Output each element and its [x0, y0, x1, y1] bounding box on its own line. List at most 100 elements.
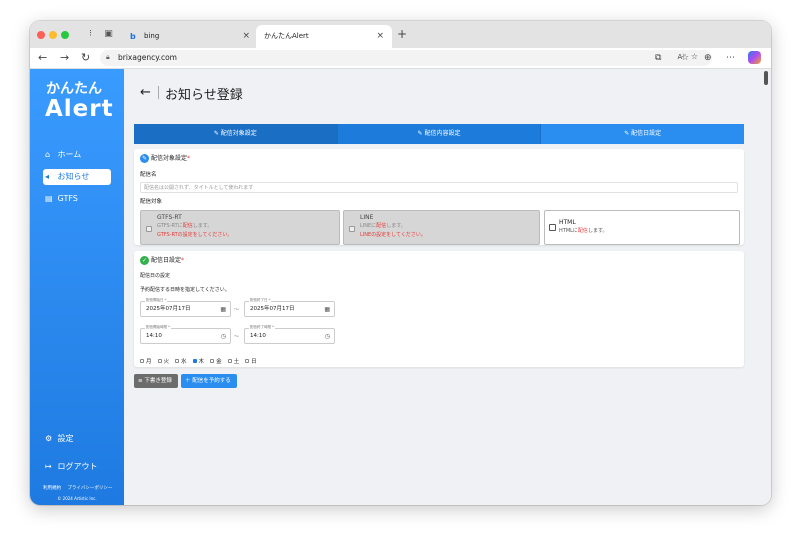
sidebar-item-label: ホーム: [57, 150, 82, 159]
weekday-checkbox[interactable]: [227, 359, 232, 363]
target-label: 配信対象: [140, 199, 163, 205]
megaphone-icon: ◂: [45, 172, 50, 181]
url-text: brixagency.com: [118, 53, 177, 62]
option-warning: LINEの設定をしてください。: [360, 232, 426, 238]
section-title: ✎ 配信対象設定*: [140, 154, 191, 163]
sidebar-item-label: 設定: [57, 434, 74, 443]
weekday-checkbox[interactable]: [157, 359, 162, 363]
end-date-field[interactable]: 配信終了日 * 2025年07月17日 ▦: [244, 298, 335, 317]
step-content[interactable]: ✎ 配信内容設定: [337, 124, 542, 144]
weekday-wed[interactable]: 水: [175, 357, 187, 365]
sidebar-item-label: お知らせ: [57, 172, 90, 181]
weekday-checkbox[interactable]: [245, 359, 250, 363]
collections-icon[interactable]: ⊕: [704, 52, 712, 64]
forward-button[interactable]: →: [60, 51, 69, 65]
url-field[interactable]: 🔒︎ brixagency.com A⁾ ☆: [100, 50, 712, 66]
tab-label: bing: [144, 32, 160, 40]
terms-link[interactable]: 利用規約: [43, 486, 61, 491]
sidebar-item-logout[interactable]: ↦ ログアウト: [43, 459, 111, 475]
delivery-name-input[interactable]: 配信名は公開されず、タイトルとして使われます: [140, 182, 738, 193]
page-content: かんたん Alert ⌂ ホーム ◂ お知らせ ▤ GTFS ⚙ 設定 ↦ ログ…: [30, 69, 771, 505]
back-button[interactable]: ←: [38, 51, 47, 65]
privacy-link[interactable]: プライバシーポリシー: [67, 486, 112, 491]
new-tab-button[interactable]: +: [397, 27, 407, 41]
stepper: ✎ 配信対象設定 ✎ 配信内容設定 ✎ 配信日設定: [134, 124, 745, 144]
close-tab-button[interactable]: ×: [242, 25, 250, 48]
workspaces-icon[interactable]: ⁝: [85, 29, 96, 40]
target-option-html[interactable]: HTML HTMLに配信します。: [544, 210, 740, 245]
sidebar-item-label: ログアウト: [57, 462, 98, 471]
start-time-field[interactable]: 配信開始時間 * 14:10 ◷: [140, 325, 231, 344]
reload-button[interactable]: ↻: [81, 51, 90, 65]
save-draft-button[interactable]: ≡ 下書き登録: [134, 374, 178, 388]
step-label: 配信対象設定: [220, 130, 257, 137]
footer-links: 利用規約 プライバシーポリシー: [43, 485, 112, 491]
maximize-window-button[interactable]: [61, 31, 69, 39]
calendar-icon[interactable]: ▦: [220, 306, 226, 313]
gear-icon: ⚙: [45, 434, 53, 443]
option-desc: HTMLに配信します。: [559, 228, 608, 234]
target-option-gtfs-rt: GTFS-RT GTFS-RTに配信します。 GTFS-RTの設定をしてください…: [140, 210, 340, 245]
back-arrow-button[interactable]: ←: [140, 85, 151, 100]
start-date-field[interactable]: 配信開始日 * 2025年07月17日 ▦: [140, 298, 231, 317]
date-instruction: 予約配信する日時を指定してください。: [140, 287, 230, 293]
close-window-button[interactable]: [37, 31, 45, 39]
favorites-icon[interactable]: ☆: [681, 52, 689, 64]
extensions-icon[interactable]: ⧉: [655, 52, 661, 64]
range-separator: 〜: [234, 334, 240, 340]
weekday-checkbox[interactable]: [140, 359, 144, 363]
field-label: 配信開始日 *: [145, 298, 168, 303]
weekday-fri[interactable]: 金: [210, 357, 222, 365]
weekday-tue[interactable]: 火: [157, 357, 169, 365]
schedule-delivery-button[interactable]: ＋ 配信を予約する: [181, 374, 237, 388]
more-menu-icon[interactable]: ⋯: [726, 52, 735, 64]
html-checkbox[interactable]: [549, 224, 556, 231]
weekday-thu[interactable]: 木: [192, 357, 204, 365]
sidebar-item-settings[interactable]: ⚙ 設定: [43, 431, 111, 447]
bing-icon: b: [130, 32, 136, 41]
date-settings-card: ✓ 配信日設定* 配信日の設定 予約配信する日時を指定してください。 配信開始日 …: [134, 251, 744, 367]
sidebar-item-label: GTFS: [57, 194, 78, 203]
sidebar-item-gtfs[interactable]: ▤ GTFS: [43, 191, 111, 207]
tab-actions-icon[interactable]: ▣: [103, 29, 114, 40]
title-divider: [158, 86, 159, 99]
clock-icon[interactable]: ◷: [221, 333, 226, 340]
weekday-mon[interactable]: 月: [140, 357, 152, 365]
close-tab-button[interactable]: ×: [376, 25, 384, 48]
browser-window: ⁝ ▣ b bing × かんたんAlert × + ← → ↻ 🔒︎ brix…: [30, 21, 771, 505]
weekday-checkbox[interactable]: [175, 359, 180, 363]
step-label: 配信日設定: [631, 130, 662, 137]
calendar-icon[interactable]: ▦: [324, 306, 330, 313]
copyright: © 2024 Artistic Inc.: [57, 496, 97, 501]
field-value: 14:10: [146, 333, 162, 339]
weekday-sun[interactable]: 日: [245, 357, 257, 365]
tab-bing[interactable]: b bing ×: [122, 25, 258, 48]
range-separator: 〜: [234, 307, 240, 313]
weekday-checkbox[interactable]: [210, 359, 215, 363]
logo-text-top: かんたん: [46, 81, 102, 97]
minimize-window-button[interactable]: [49, 31, 57, 39]
field-value: 14:10: [250, 333, 266, 339]
weekday-sat[interactable]: 土: [227, 357, 239, 365]
field-label: 配信開始時間 *: [145, 325, 171, 330]
favorite-star-icon[interactable]: ☆: [691, 52, 698, 61]
end-time-field[interactable]: 配信終了時間 * 14:10 ◷: [244, 325, 335, 344]
target-option-line: LINE LINEに配信します。 LINEの設定をしてください。: [343, 210, 540, 245]
step-target[interactable]: ✎ 配信対象設定: [134, 124, 338, 144]
lock-icon: 🔒︎: [106, 53, 110, 61]
weekday-checkbox[interactable]: [192, 359, 197, 363]
step-date[interactable]: ✎ 配信日設定: [541, 124, 745, 144]
logout-icon: ↦: [45, 462, 52, 471]
address-bar: ← → ↻ 🔒︎ brixagency.com A⁾ ☆ ⧉ ☆ ⊕ ⋯: [30, 48, 771, 69]
home-icon: ⌂: [45, 150, 51, 159]
tab-kantan-alert[interactable]: かんたんAlert ×: [256, 25, 392, 48]
clock-icon[interactable]: ◷: [325, 333, 330, 340]
main-area: ← お知らせ登録 ✎ 配信対象設定 ✎ 配信内容設定 ✎ 配信日設定 ✎ 配信対象…: [134, 69, 745, 505]
sidebar-item-home[interactable]: ⌂ ホーム: [43, 147, 111, 163]
scrollbar[interactable]: [764, 71, 768, 85]
copilot-icon[interactable]: [748, 51, 761, 64]
sidebar-item-notices[interactable]: ◂ お知らせ: [43, 169, 111, 185]
section-title: ✓ 配信日設定*: [140, 256, 185, 265]
step-label: 配信内容設定: [424, 130, 461, 137]
document-icon: ▤: [45, 194, 53, 203]
